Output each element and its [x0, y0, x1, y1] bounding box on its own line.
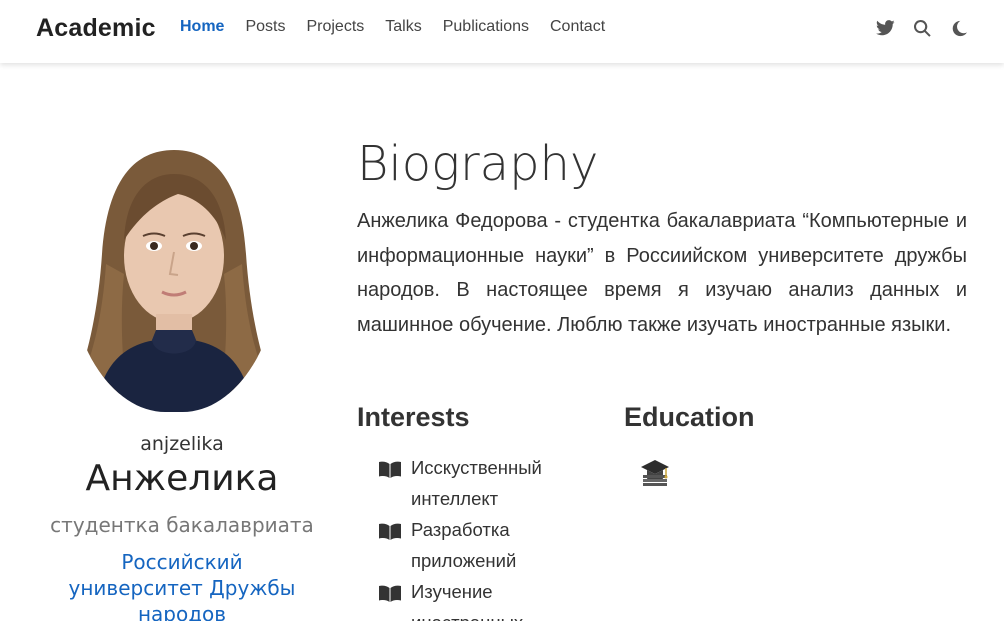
organization-line: народов	[137, 602, 227, 621]
interest-line: Изучение	[411, 581, 493, 602]
interest-line: Исскуственный	[411, 457, 542, 478]
nav-link-home[interactable]: Home	[180, 18, 224, 36]
interest-line: иностранных	[411, 612, 523, 621]
list-item: Разработка приложений	[378, 514, 578, 576]
list-item: Исскуственный интеллект	[378, 452, 578, 514]
nav-icons	[859, 17, 970, 39]
biography-title: Biography	[357, 136, 599, 192]
organization-line: Российский	[121, 550, 243, 574]
nav-links: Home Posts Projects Talks Publications C…	[180, 18, 626, 36]
nav-link-publications[interactable]: Publications	[443, 18, 529, 36]
nav-link-talks[interactable]: Talks	[385, 18, 421, 36]
interest-line: Разработка	[411, 519, 510, 540]
nav-link-posts[interactable]: Posts	[245, 18, 285, 36]
nav-link-projects[interactable]: Projects	[306, 18, 364, 36]
book-icon	[378, 514, 402, 550]
search-icon[interactable]	[911, 17, 933, 39]
nav-link-contact[interactable]: Contact	[550, 18, 605, 36]
site-brand[interactable]: Academic	[36, 14, 156, 43]
interests-list: Исскуственный интеллект Разработка прило…	[378, 452, 578, 621]
moon-icon[interactable]	[948, 17, 970, 39]
biography-text: Анжелика Федорова - студентка бакалавриа…	[357, 210, 967, 336]
navbar: Academic Home Posts Projects Talks Publi…	[0, 0, 1004, 63]
profile-name: Анжелика	[85, 458, 279, 499]
profile-organization-link[interactable]: Российский университет Дружбы народов	[50, 549, 314, 621]
interests-title: Interests	[357, 402, 470, 432]
avatar	[66, 144, 282, 412]
interest-label: Изучение иностранных	[411, 576, 523, 621]
interest-line: интеллект	[411, 488, 499, 509]
twitter-icon[interactable]	[874, 17, 896, 39]
interest-label: Разработка приложений	[411, 514, 516, 576]
graduation-cap-icon	[640, 458, 670, 488]
education-title: Education	[624, 402, 755, 432]
profile-username: anjzelika	[140, 433, 224, 455]
book-icon	[378, 452, 402, 488]
book-icon	[378, 576, 402, 612]
interest-label: Исскуственный интеллект	[411, 452, 542, 514]
organization-line: университет Дружбы	[68, 576, 296, 600]
interest-line: приложений	[411, 550, 517, 571]
list-item: Изучение иностранных	[378, 576, 578, 621]
profile-role: студентка бакалавриата	[50, 513, 314, 537]
